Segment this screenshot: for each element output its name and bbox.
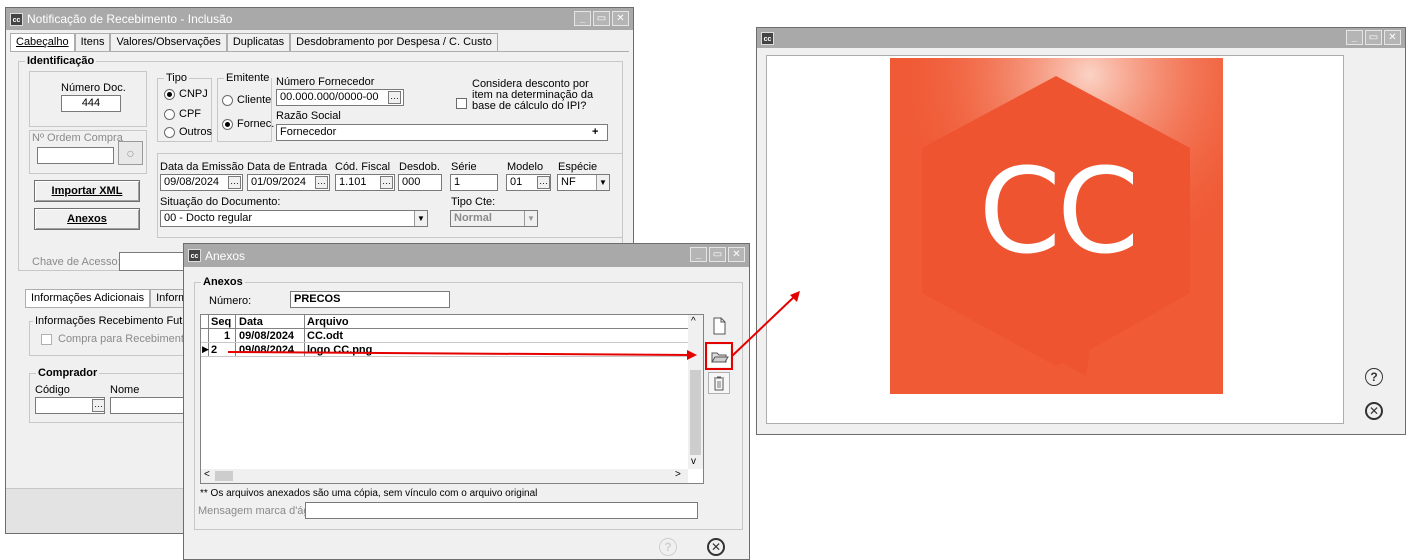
annotation-arrows (227, 291, 800, 360)
annotation-arrowhead (687, 350, 697, 360)
annotation-arrow-row (227, 351, 693, 356)
annotation-arrow-preview (731, 295, 796, 357)
